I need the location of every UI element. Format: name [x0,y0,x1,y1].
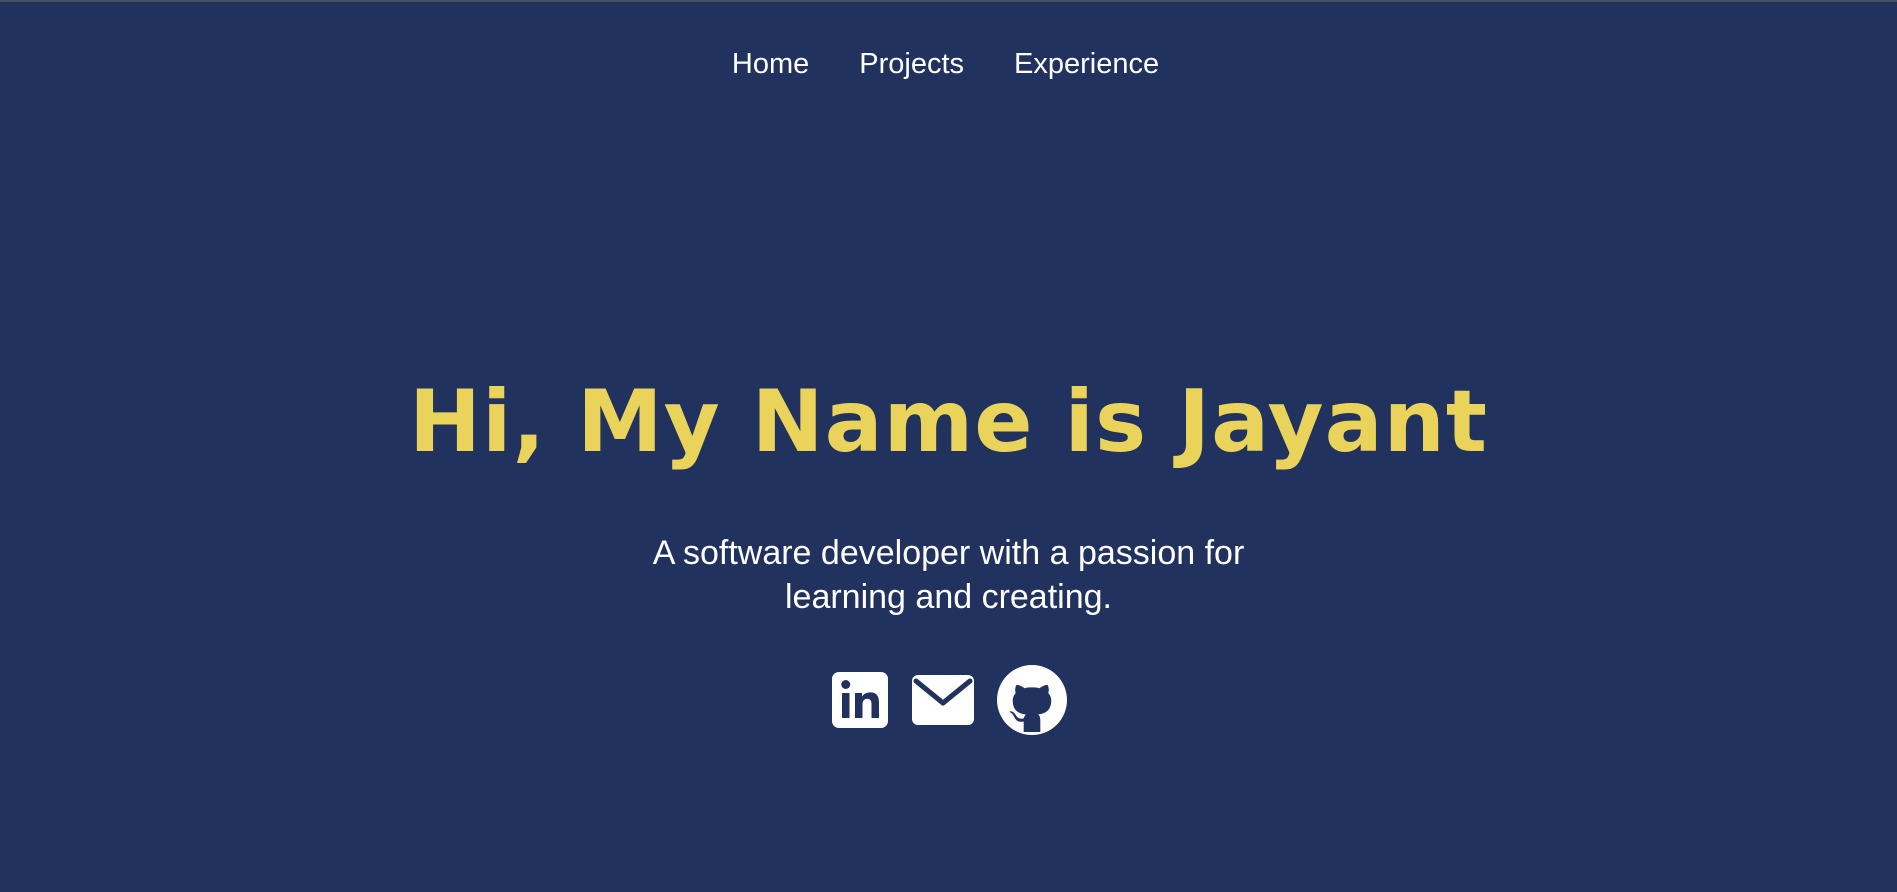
nav-link-home[interactable]: Home [732,44,809,84]
github-link[interactable] [996,665,1067,735]
linkedin-icon [831,672,888,728]
nav-link-projects[interactable]: Projects [859,44,964,84]
email-icon [911,675,974,725]
nav-link-experience[interactable]: Experience [1014,44,1159,84]
github-icon [996,665,1067,735]
nav-list: Home Projects Experience [732,44,1159,84]
linkedin-link[interactable] [831,671,889,729]
hero-title: Hi, My Name is Jayant [409,372,1488,472]
social-links [0,665,1897,735]
email-link[interactable] [911,674,975,726]
hero-subtitle-wrapper: A software developer with a passion for … [0,531,1897,619]
window-top-border [0,0,1897,2]
top-navigation: Home Projects Experience [0,44,1897,84]
hero-subtitle: A software developer with a passion for … [652,534,1245,616]
